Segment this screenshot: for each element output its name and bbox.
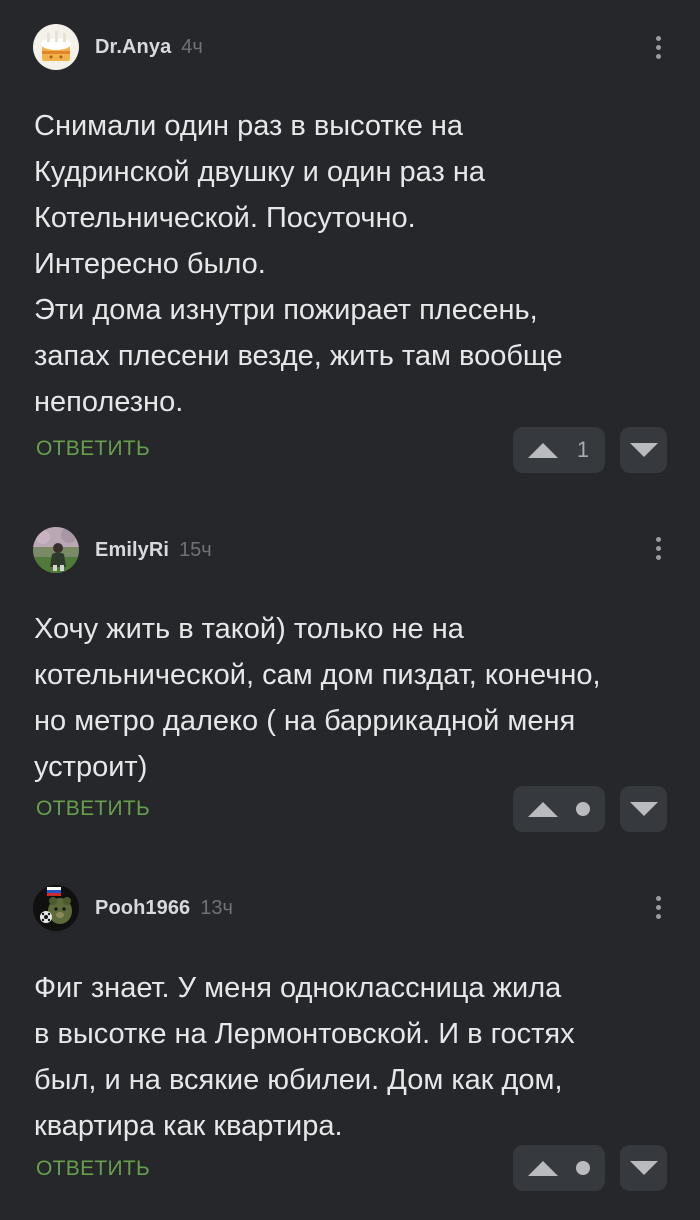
comment-line: Фиг знает. У меня одноклассница жила <box>34 972 562 1004</box>
rating-score: 1 <box>576 437 590 462</box>
comment-line: Кудринской двушку и один раз на <box>34 156 485 188</box>
more-options-icon[interactable] <box>648 887 668 927</box>
arrow-up-icon <box>528 801 558 817</box>
username[interactable]: Dr.Anya <box>95 36 171 59</box>
comment-line: устроит) <box>34 751 148 783</box>
comment-line: но метро далеко ( на баррикадной меня <box>34 705 576 737</box>
avatar[interactable] <box>33 885 79 931</box>
hidden-score-dot-icon <box>576 802 590 816</box>
username[interactable]: EmilyRi <box>95 539 169 562</box>
arrow-down-icon <box>629 443 658 457</box>
downvote-button[interactable] <box>620 786 667 832</box>
reply-button[interactable]: ОТВЕТИТЬ <box>36 797 150 821</box>
comment-text: Фиг знает. У меня одноклассница жила в в… <box>34 965 674 1149</box>
comment-header: Pooh1966 13ч <box>33 884 233 932</box>
downvote-button[interactable] <box>620 1145 667 1191</box>
timestamp: 4ч <box>181 35 203 58</box>
more-options-icon[interactable] <box>648 27 668 67</box>
avatar[interactable] <box>33 527 79 573</box>
arrow-up-icon <box>528 442 558 458</box>
comment-header: Dr.Anya 4ч <box>33 23 203 71</box>
comment-line: Эти дома изнутри пожирает плесень, <box>34 294 538 326</box>
avatar[interactable] <box>33 24 79 70</box>
comment-line: Хочу жить в такой) только не на <box>34 613 464 645</box>
comment-line: Котельнической. Посуточно. <box>34 202 416 234</box>
comment-header: EmilyRi 15ч <box>33 526 212 574</box>
downvote-button[interactable] <box>620 427 667 473</box>
arrow-down-icon <box>629 802 658 816</box>
more-options-icon[interactable] <box>648 528 668 568</box>
hidden-score-dot-icon <box>576 1161 590 1175</box>
comment-text: Снимали один раз в высотке на Кудринской… <box>34 103 674 425</box>
comment-line: Интересно было. <box>34 248 266 280</box>
cake-icon <box>33 24 79 70</box>
bear-avatar <box>33 885 79 931</box>
comment-line: в высотке на Лермонтовской. И в гостях <box>34 1018 575 1050</box>
comment-text: Хочу жить в такой) только не на котельни… <box>34 606 674 790</box>
comment-line: Снимали один раз в высотке на <box>34 110 464 142</box>
arrow-down-icon <box>629 1161 658 1175</box>
user-photo-avatar <box>33 527 79 573</box>
upvote-button[interactable] <box>513 786 605 832</box>
reply-button[interactable]: ОТВЕТИТЬ <box>36 1157 150 1181</box>
comment-line: неполезно. <box>34 386 184 418</box>
upvote-button[interactable]: 1 <box>513 427 605 473</box>
upvote-button[interactable] <box>513 1145 605 1191</box>
comment-line: запах плесени везде, жить там вообще <box>34 340 563 372</box>
timestamp: 15ч <box>179 538 212 561</box>
reply-button[interactable]: ОТВЕТИТЬ <box>36 437 150 461</box>
username[interactable]: Pooh1966 <box>95 897 190 920</box>
comment-line: квартира как квартира. <box>34 1110 343 1142</box>
arrow-up-icon <box>528 1160 558 1176</box>
comment-line: котельнической, сам дом пиздат, конечно, <box>34 659 601 691</box>
timestamp: 13ч <box>200 896 233 919</box>
comment-line: был, и на всякие юбилеи. Дом как дом, <box>34 1064 563 1096</box>
